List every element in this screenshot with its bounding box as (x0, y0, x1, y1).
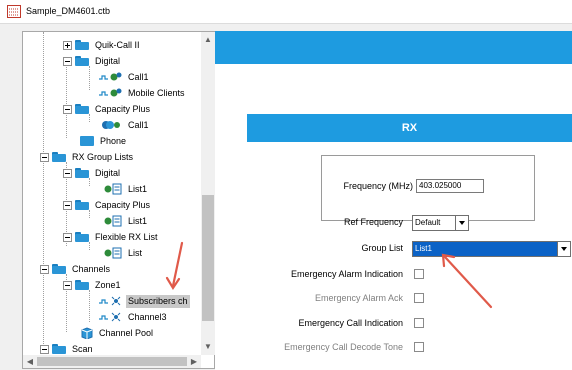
group-list-icon (104, 247, 122, 259)
tree-item-scan[interactable]: Scan (40, 342, 95, 356)
document-icon (7, 5, 21, 18)
frequency-input[interactable]: 403.025000 (416, 179, 484, 193)
digital-call-icon (99, 72, 122, 81)
group-list-icon (104, 215, 122, 227)
tree-item-capacity-plus[interactable]: Capacity Plus (63, 102, 152, 116)
folder-icon (75, 104, 89, 114)
group-list-label: Group List (361, 243, 403, 253)
tree-item-phone[interactable]: Phone (80, 134, 128, 148)
tree-item-subscribers-channel[interactable]: Subscribers ch (99, 294, 190, 308)
collapse-icon[interactable] (40, 344, 49, 354)
channel-icon (99, 296, 121, 306)
collapse-icon[interactable] (40, 152, 49, 162)
tree-item-channel-pool[interactable]: Channel Pool (80, 326, 155, 340)
tree-item-rx-digital[interactable]: Digital (63, 166, 122, 180)
folder-icon (75, 56, 89, 66)
collapse-icon[interactable] (40, 264, 49, 274)
expand-icon[interactable] (63, 40, 72, 50)
group-list-icon (104, 183, 122, 195)
window-title: Sample_DM4601.ctb (26, 6, 111, 16)
ref-frequency-dropdown[interactable]: Default (412, 215, 469, 231)
tree-item-list1-capacity[interactable]: List1 (99, 214, 149, 228)
tree-item-list[interactable]: List (99, 246, 144, 260)
tree-vertical-scrollbar[interactable]: ▲ ▼ (201, 32, 215, 355)
collapse-icon[interactable] (63, 104, 72, 114)
capacity-call-icon (102, 121, 120, 129)
folder-icon (52, 264, 66, 274)
folder-icon (75, 168, 89, 178)
collapse-icon[interactable] (63, 280, 72, 290)
chevron-down-icon[interactable] (455, 216, 468, 230)
emergency-alarm-indication-label: Emergency Alarm Indication (290, 269, 403, 279)
folder-icon (80, 136, 94, 146)
tree-horizontal-scrollbar[interactable]: ◀ ▶ (23, 355, 201, 368)
ref-frequency-label: Ref Frequency (343, 217, 403, 227)
scroll-thumb[interactable] (37, 357, 187, 366)
folder-icon (75, 40, 89, 50)
rx-section-header: RX (247, 114, 572, 142)
channel-icon (99, 312, 121, 322)
tree-item-rx-capacity-plus[interactable]: Capacity Plus (63, 198, 152, 212)
group-list-dropdown[interactable]: List1 (412, 241, 571, 257)
tree-item-zone1[interactable]: Zone1 (63, 278, 123, 292)
tree-item-list1-digital[interactable]: List1 (99, 182, 149, 196)
tree-item-mobile-clients[interactable]: Mobile Clients (99, 86, 187, 100)
chevron-left-icon[interactable]: ◀ (25, 356, 35, 367)
folder-icon (75, 280, 89, 290)
chevron-up-icon[interactable]: ▲ (203, 35, 213, 45)
tree-item-channels[interactable]: Channels (40, 262, 112, 276)
folder-icon (52, 152, 66, 162)
collapse-icon[interactable] (63, 56, 72, 66)
folder-icon (52, 344, 66, 354)
frequency-label: Frequency (MHz) (343, 181, 413, 191)
emergency-call-decode-tone-label: Emergency Call Decode Tone (284, 342, 403, 352)
collapse-icon[interactable] (63, 168, 72, 178)
emergency-alarm-indication-checkbox[interactable] (414, 269, 424, 279)
emergency-alarm-ack-label: Emergency Alarm Ack (314, 293, 403, 303)
emergency-call-indication-checkbox[interactable] (414, 318, 424, 328)
properties-panel: RX Frequency (MHz) 403.025000 Ref Freque… (215, 31, 572, 370)
emergency-alarm-ack-checkbox[interactable] (414, 293, 424, 303)
digital-call-icon (99, 88, 122, 97)
tree-item-rx-group-lists[interactable]: RX Group Lists (40, 150, 135, 164)
tree-item-call1[interactable]: Call1 (99, 70, 151, 84)
folder-icon (75, 232, 89, 242)
chevron-down-icon[interactable]: ▼ (203, 342, 213, 352)
panel-banner (215, 31, 572, 64)
chevron-down-icon[interactable] (557, 242, 570, 256)
collapse-icon[interactable] (63, 232, 72, 242)
chevron-right-icon[interactable]: ▶ (189, 356, 199, 367)
folder-icon (75, 200, 89, 210)
collapse-icon[interactable] (63, 200, 72, 210)
tree-item-channel3[interactable]: Channel3 (99, 310, 169, 324)
tree-item-quik-call-ii[interactable]: Quik-Call II (63, 38, 142, 52)
emergency-call-decode-tone-checkbox[interactable] (414, 342, 424, 352)
navigation-tree[interactable]: Quik-Call II Digital Call1 Mobile Client… (22, 31, 215, 369)
scroll-thumb[interactable] (202, 195, 214, 321)
tree-item-flexible-rx-list[interactable]: Flexible RX List (63, 230, 160, 244)
tree-item-call1-capacity[interactable]: Call1 (99, 118, 151, 132)
tree-item-digital[interactable]: Digital (63, 54, 122, 68)
title-bar: Sample_DM4601.ctb (0, 0, 572, 24)
channel-pool-icon (81, 327, 93, 339)
emergency-call-indication-label: Emergency Call Indication (298, 318, 403, 328)
